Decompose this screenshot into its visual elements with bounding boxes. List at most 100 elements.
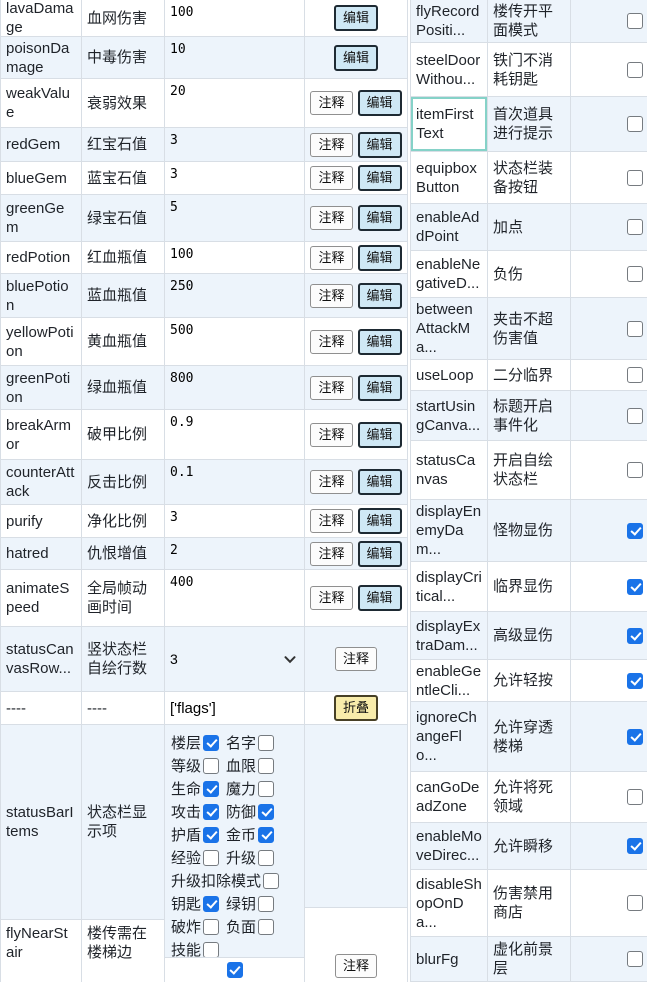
flag-checkbox[interactable]: [627, 408, 643, 424]
edit-button[interactable]: 编辑: [358, 329, 402, 355]
flag-checkbox[interactable]: [627, 219, 643, 235]
note-button[interactable]: 注释: [310, 423, 352, 447]
flag-key-cell[interactable]: disableShopOnDa...: [411, 870, 488, 936]
status-item-checkbox[interactable]: [258, 850, 274, 866]
status-item-checkbox[interactable]: [258, 781, 274, 797]
note-button[interactable]: 注释: [310, 284, 352, 308]
flag-key-cell[interactable]: blurFg: [411, 937, 488, 981]
flag-key-cell[interactable]: displayExtraDam...: [411, 612, 488, 659]
flag-checkbox[interactable]: [627, 838, 643, 854]
note-button[interactable]: 注释: [310, 133, 352, 157]
flag-checkbox[interactable]: [627, 628, 643, 644]
flag-checkbox[interactable]: [627, 116, 643, 132]
collapse-button[interactable]: 折叠: [334, 695, 378, 721]
flag-key-cell[interactable]: useLoop: [411, 360, 488, 390]
edit-button[interactable]: 编辑: [358, 90, 402, 116]
flag-checkbox[interactable]: [627, 266, 643, 282]
flag-key-cell[interactable]: startUsingCanva...: [411, 391, 488, 440]
edit-button[interactable]: 编辑: [358, 132, 402, 158]
flag-checkbox[interactable]: [627, 367, 643, 383]
note-button[interactable]: 注释: [310, 509, 352, 533]
key-cell[interactable]: greenGem: [1, 195, 82, 241]
edit-button[interactable]: 编辑: [358, 205, 402, 231]
flag-checkbox[interactable]: [627, 462, 643, 478]
edit-button[interactable]: 编辑: [358, 283, 402, 309]
fly-near-stair-checkbox[interactable]: [227, 962, 243, 978]
note-button[interactable]: 注释: [310, 330, 352, 354]
flag-checkbox[interactable]: [627, 579, 643, 595]
status-item-checkbox[interactable]: [258, 804, 274, 820]
key-cell[interactable]: poisonDamage: [1, 37, 82, 78]
key-cell[interactable]: ----: [1, 692, 82, 724]
flag-key-cell[interactable]: enableAddPoint: [411, 204, 488, 250]
key-cell[interactable]: greenPotion: [1, 366, 82, 409]
status-item-checkbox[interactable]: [203, 942, 219, 958]
edit-button[interactable]: 编辑: [358, 508, 402, 534]
flag-checkbox[interactable]: [627, 729, 643, 745]
status-canvas-rows-select[interactable]: 3: [170, 651, 299, 667]
flag-key-cell[interactable]: betweenAttackMa...: [411, 298, 488, 359]
status-item-checkbox[interactable]: [258, 735, 274, 751]
flag-checkbox[interactable]: [627, 895, 643, 911]
note-button[interactable]: 注释: [310, 376, 352, 400]
key-cell[interactable]: yellowPotion: [1, 318, 82, 365]
flag-checkbox[interactable]: [627, 673, 643, 689]
edit-button[interactable]: 编辑: [358, 585, 402, 611]
key-cell[interactable]: breakArmor: [1, 410, 82, 459]
status-item-checkbox[interactable]: [203, 919, 219, 935]
key-cell[interactable]: weakValue: [1, 79, 82, 127]
edit-button[interactable]: 编辑: [358, 541, 402, 567]
status-item-checkbox[interactable]: [203, 781, 219, 797]
key-cell[interactable]: redGem: [1, 128, 82, 161]
flag-checkbox[interactable]: [627, 170, 643, 186]
status-item-checkbox[interactable]: [263, 873, 279, 889]
flag-key-cell[interactable]: displayCritical...: [411, 562, 488, 611]
flag-checkbox[interactable]: [627, 789, 643, 805]
flag-key-cell[interactable]: displayEnemyDam...: [411, 500, 488, 561]
key-cell[interactable]: blueGem: [1, 162, 82, 194]
note-button[interactable]: 注释: [310, 246, 352, 270]
status-item-checkbox[interactable]: [203, 758, 219, 774]
key-cell[interactable]: animateSpeed: [1, 570, 82, 626]
flag-checkbox[interactable]: [627, 13, 643, 29]
flag-key-cell[interactable]: enableGentleCli...: [411, 660, 488, 701]
key-cell[interactable]: statusCanvasRow...: [1, 627, 82, 691]
flag-key-cell[interactable]: canGoDeadZone: [411, 772, 488, 822]
status-item-checkbox[interactable]: [258, 896, 274, 912]
note-button[interactable]: 注释: [310, 206, 352, 230]
flag-checkbox[interactable]: [627, 62, 643, 78]
edit-button[interactable]: 编辑: [358, 375, 402, 401]
key-cell[interactable]: bluePotion: [1, 274, 82, 317]
flag-key-cell[interactable]: statusCanvas: [411, 441, 488, 499]
flag-checkbox[interactable]: [627, 321, 643, 337]
status-item-checkbox[interactable]: [203, 850, 219, 866]
note-button[interactable]: 注释: [335, 954, 377, 978]
note-button[interactable]: 注释: [310, 542, 352, 566]
flag-key-cell[interactable]: itemFirstText: [411, 97, 488, 151]
flag-checkbox[interactable]: [627, 951, 643, 967]
edit-button[interactable]: 编辑: [358, 165, 402, 191]
edit-button[interactable]: 编辑: [334, 45, 378, 71]
flag-key-cell[interactable]: flyRecordPositi...: [411, 0, 488, 42]
status-item-checkbox[interactable]: [258, 827, 274, 843]
key-cell[interactable]: hatred: [1, 538, 82, 569]
note-button[interactable]: 注释: [310, 91, 352, 115]
key-cell[interactable]: redPotion: [1, 242, 82, 273]
key-cell[interactable]: purify: [1, 505, 82, 537]
status-item-checkbox[interactable]: [203, 735, 219, 751]
status-item-checkbox[interactable]: [258, 758, 274, 774]
status-item-checkbox[interactable]: [203, 804, 219, 820]
edit-button[interactable]: 编辑: [334, 5, 378, 31]
status-item-checkbox[interactable]: [203, 827, 219, 843]
flag-key-cell[interactable]: enableMoveDirec...: [411, 823, 488, 869]
status-item-checkbox[interactable]: [258, 919, 274, 935]
key-cell[interactable]: statusBarItems: [1, 725, 81, 920]
key-cell[interactable]: lavaDamage: [1, 0, 82, 36]
flag-key-cell[interactable]: ignoreChangeFlo...: [411, 702, 488, 771]
flag-key-cell[interactable]: equipboxButton: [411, 152, 488, 203]
note-button[interactable]: 注释: [310, 586, 352, 610]
note-button[interactable]: 注释: [335, 647, 377, 671]
edit-button[interactable]: 编辑: [358, 422, 402, 448]
key-cell[interactable]: counterAttack: [1, 460, 82, 504]
note-button[interactable]: 注释: [310, 166, 352, 190]
